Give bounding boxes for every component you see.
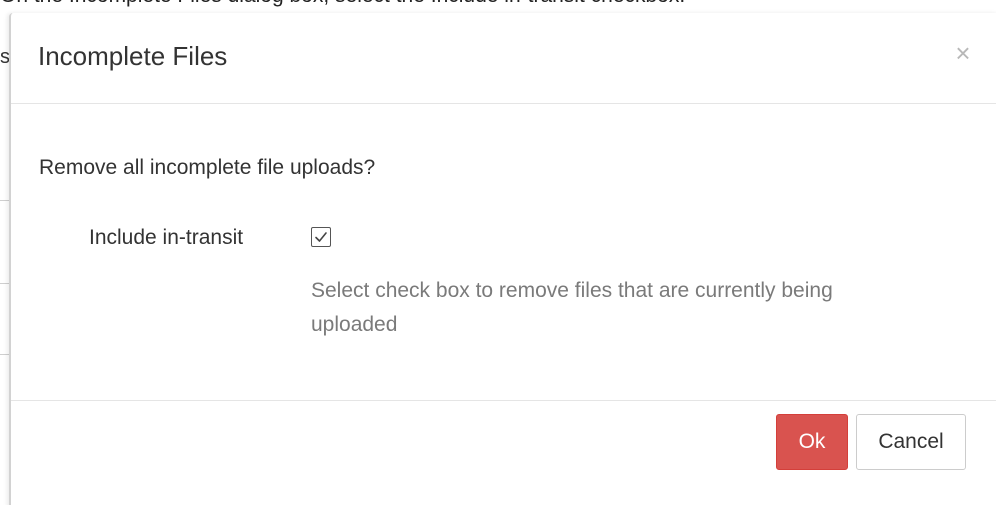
page: On the Incomplete Files dialog box, sele… <box>0 0 996 505</box>
dialog-question: Remove all incomplete file uploads? <box>39 156 376 179</box>
close-icon[interactable]: × <box>950 40 976 66</box>
checkmark-icon <box>315 232 327 242</box>
include-in-transit-label: Include in-transit <box>89 226 244 249</box>
dialog-title: Incomplete Files <box>38 41 228 71</box>
background-divider <box>0 200 9 201</box>
background-divider <box>0 354 9 355</box>
background-divider <box>0 283 9 284</box>
include-in-transit-checkbox[interactable] <box>311 227 331 247</box>
cancel-button[interactable]: Cancel <box>856 414 966 470</box>
dialog-footer <box>11 400 996 401</box>
instruction-text: On the Incomplete Files dialog box, sele… <box>0 0 685 8</box>
include-in-transit-help: Select check box to remove files that ar… <box>311 279 833 336</box>
ok-button[interactable]: Ok <box>776 414 848 470</box>
dialog-header: Incomplete Files × <box>11 13 996 104</box>
